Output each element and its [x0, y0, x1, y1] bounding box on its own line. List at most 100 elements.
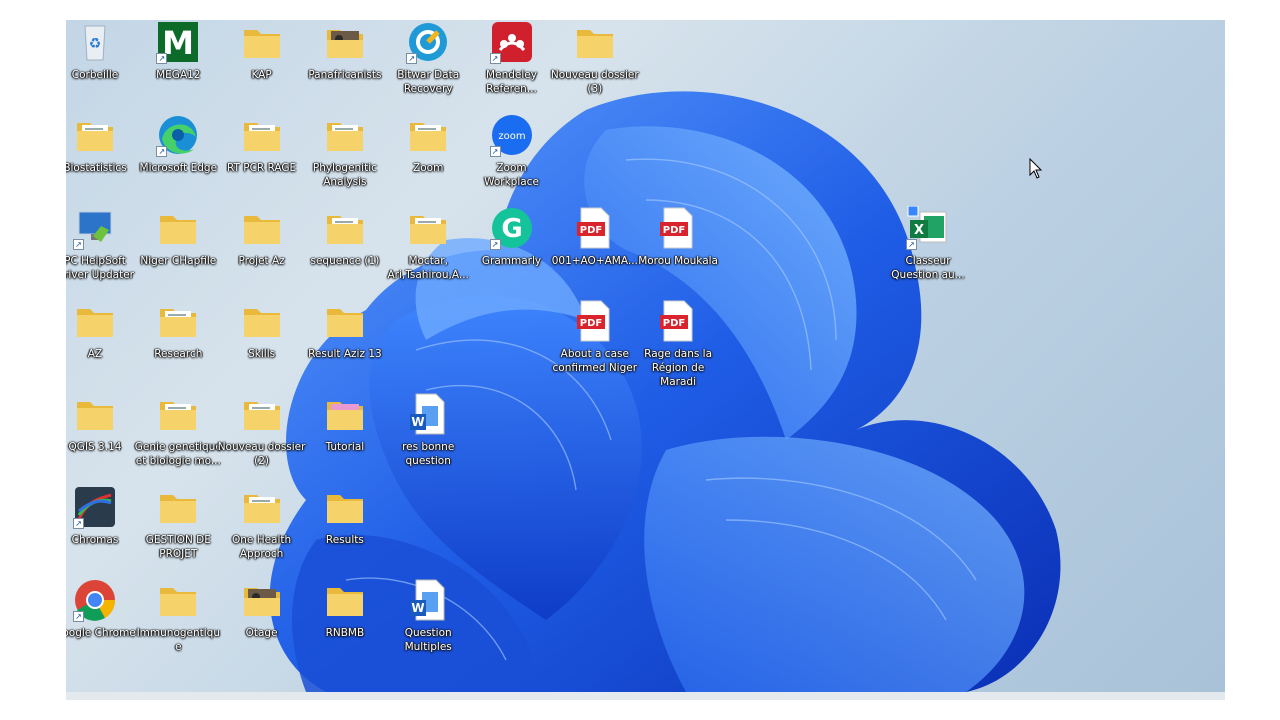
svg-text:PDF: PDF: [580, 318, 602, 329]
desktop-icon-label: MEGA12: [156, 69, 201, 81]
desktop-icon-immunogentique[interactable]: Immunogentique: [134, 578, 222, 654]
desktop-icon-phylogenitic-analysis[interactable]: Phylogenitic Analysis: [301, 113, 389, 189]
desktop-icon-label: Results: [325, 534, 364, 546]
excel-icon: X ↗: [906, 205, 950, 250]
desktop-icon-zoom[interactable]: Zoom: [384, 113, 472, 175]
desktop-icon-gestion-de-projet[interactable]: GESTION DE PROJET: [134, 485, 222, 561]
desktop[interactable]: ♻ Corbeille M ↗ MEGA12 KAP Panafricanists ↗ Bitw…: [66, 20, 1225, 692]
desktop-icon-bitwar-data-recovery[interactable]: ↗ Bitwar Data Recovery: [384, 20, 472, 96]
pdf-icon: PDF: [573, 206, 617, 250]
desktop-icon-question-multiples[interactable]: W Question Multiples: [384, 578, 472, 654]
desktop-icon-res-bonne-question[interactable]: Wres bonne question: [384, 392, 472, 468]
shortcut-arrow-icon: ↗: [156, 53, 168, 64]
desktop-icon-label: Result Aziz 13: [308, 348, 382, 360]
shortcut-arrow-icon: ↗: [73, 611, 84, 622]
desktop-icon-about-a-case-confirmed-niger[interactable]: PDF About a case confirmed Niger: [551, 299, 639, 375]
desktop-icon-sequence-1[interactable]: sequence (1): [301, 206, 389, 268]
desktop-icon-label: Niger CHapfile: [140, 255, 217, 267]
desktop-icon-label: Biostatistics: [66, 162, 127, 174]
desktop-icon-grammarly[interactable]: G ↗ Grammarly: [468, 206, 556, 268]
folder-icon: [573, 20, 617, 64]
desktop-icon-results[interactable]: Results: [301, 485, 389, 547]
desktop-icon-nouveau-dossier-3[interactable]: Nouveau dossier (3): [551, 20, 639, 96]
folder-icon: [73, 392, 117, 436]
desktop-icon-niger-chapfile[interactable]: Niger CHapfile: [134, 206, 222, 268]
word-icon: W: [406, 392, 450, 436]
desktop-icon-label: Chromas: [71, 534, 119, 546]
desktop-icon-projet-az[interactable]: Projet Az: [218, 206, 306, 268]
desktop-icon-label: Rage dans la Région de Maradi: [644, 348, 713, 388]
folder-doc-icon: [406, 206, 450, 250]
desktop-icon-label: PC HelpSoft Driver Updater: [66, 255, 134, 281]
desktop-icon-label: Moctar, Ari,Tsahirou,A...: [387, 255, 469, 281]
desktop-icon-classeur-question-au[interactable]: X ↗ Classeur Question au...: [884, 205, 972, 282]
desktop-icon-pc-helpsoft-driver-updater[interactable]: ↗ PC HelpSoft Driver Updater: [66, 206, 139, 282]
folder-doc-icon: [406, 113, 450, 157]
shortcut-arrow-icon: ↗: [156, 146, 168, 157]
svg-text:W: W: [412, 415, 425, 429]
desktop-icon-skills[interactable]: Skills: [218, 299, 306, 361]
desktop-icon-label: KAP: [251, 69, 272, 81]
desktop-icon-morou-moukala[interactable]: PDF Morou Moukala: [634, 206, 722, 268]
desktop-icon-genie-genetique-et-biologie-mo[interactable]: Genie genetique et biologie mo...: [134, 392, 222, 468]
svg-text:W: W: [412, 601, 425, 615]
folder-doc-icon: [240, 113, 284, 157]
desktop-icon-rage-dans-la-r-gion-de-maradi[interactable]: PDF Rage dans la Région de Maradi: [634, 299, 722, 389]
desktop-icon-microsoft-edge[interactable]: ↗ Microsoft Edge: [134, 113, 222, 175]
desktop-icon-label: GESTION DE PROJET: [145, 534, 211, 560]
svg-text:PDF: PDF: [663, 225, 685, 236]
desktop-icon-otage[interactable]: Otage: [218, 578, 306, 640]
svg-text:X: X: [914, 223, 924, 238]
folder-icon: [323, 299, 367, 343]
desktop-icon-rt-pcr-rage[interactable]: RT PCR RAGE: [218, 113, 306, 175]
folder-pink-icon: [323, 392, 367, 436]
desktop-icon-corbeille[interactable]: ♻ Corbeille: [66, 20, 139, 82]
desktop-icon-panafricanists[interactable]: Panafricanists: [301, 20, 389, 82]
svg-text:♻: ♻: [89, 36, 102, 52]
desktop-icon-chromas[interactable]: ↗ Chromas: [66, 485, 139, 547]
desktop-icon-label: Grammarly: [481, 255, 542, 267]
desktop-icon-rnbmb[interactable]: RNBMB: [301, 578, 389, 640]
folder-doc-icon: [156, 392, 200, 436]
desktop-icon-nouveau-dossier-2[interactable]: Nouveau dossier (2): [218, 392, 306, 468]
helpsoft-icon: ↗: [73, 206, 117, 250]
desktop-icon-001-ao-ama[interactable]: PDF 001+AO+AMA...: [551, 206, 639, 268]
word-icon: W: [406, 578, 450, 622]
shortcut-arrow-icon: ↗: [489, 53, 501, 64]
desktop-icon-moctar-ari-tsahirou-a[interactable]: Moctar, Ari,Tsahirou,A...: [384, 206, 472, 282]
shortcut-arrow-icon: ↗: [406, 53, 418, 64]
shortcut-arrow-icon: ↗: [73, 518, 84, 529]
desktop-icon-label: Zoom Workplace: [484, 162, 539, 188]
desktop-icon-zoom-workplace[interactable]: zoom ↗ Zoom Workplace: [468, 113, 556, 189]
desktop-icon-biostatistics[interactable]: Biostatistics: [66, 113, 139, 175]
desktop-icon-research[interactable]: Research: [134, 299, 222, 361]
folder-icon: [156, 578, 200, 622]
desktop-icon-label: About a case confirmed Niger: [552, 348, 638, 374]
desktop-icon-az[interactable]: AZ: [66, 299, 139, 361]
desktop-icon-label: QGIS 3.14: [68, 441, 122, 453]
desktop-icon-label: One Health Approch: [231, 534, 292, 560]
desktop-icon-label: AZ: [87, 348, 103, 360]
folder-photo-icon: [240, 578, 284, 622]
desktop-icon-result-aziz-13[interactable]: Result Aziz 13: [301, 299, 389, 361]
mega-icon: M ↗: [156, 20, 200, 64]
desktop-icon-tutorial[interactable]: Tutorial: [301, 392, 389, 454]
folder-doc-icon: [240, 392, 284, 436]
desktop-icon-google-chrome[interactable]: ↗ Google Chrome: [66, 578, 139, 640]
desktop-icon-mendeley-referen[interactable]: ↗ Mendeley Referen...: [468, 20, 556, 96]
desktop-icon-label: Classeur Question au...: [891, 255, 965, 281]
zoom-icon: zoom ↗: [489, 113, 534, 157]
desktop-icon-one-health-approch[interactable]: One Health Approch: [218, 485, 306, 561]
desktop-icon-label: Tutorial: [325, 441, 365, 453]
folder-icon: [240, 299, 284, 343]
desktop-icon-label: RNBMB: [325, 627, 365, 639]
desktop-icon-mega12[interactable]: M ↗ MEGA12: [134, 20, 222, 82]
desktop-icon-label: Nouveau dossier (3): [550, 69, 639, 95]
desktop-icon-qgis-3-14[interactable]: QGIS 3.14: [66, 392, 139, 454]
folder-photo-icon: [323, 20, 367, 64]
pdf-icon: PDF: [656, 299, 700, 343]
chrome-icon: ↗: [73, 578, 117, 622]
desktop-icon-label: RT PCR RAGE: [226, 162, 297, 174]
desktop-icon-kap[interactable]: KAP: [218, 20, 306, 82]
desktop-icon-label: Nouveau dossier (2): [217, 441, 306, 467]
